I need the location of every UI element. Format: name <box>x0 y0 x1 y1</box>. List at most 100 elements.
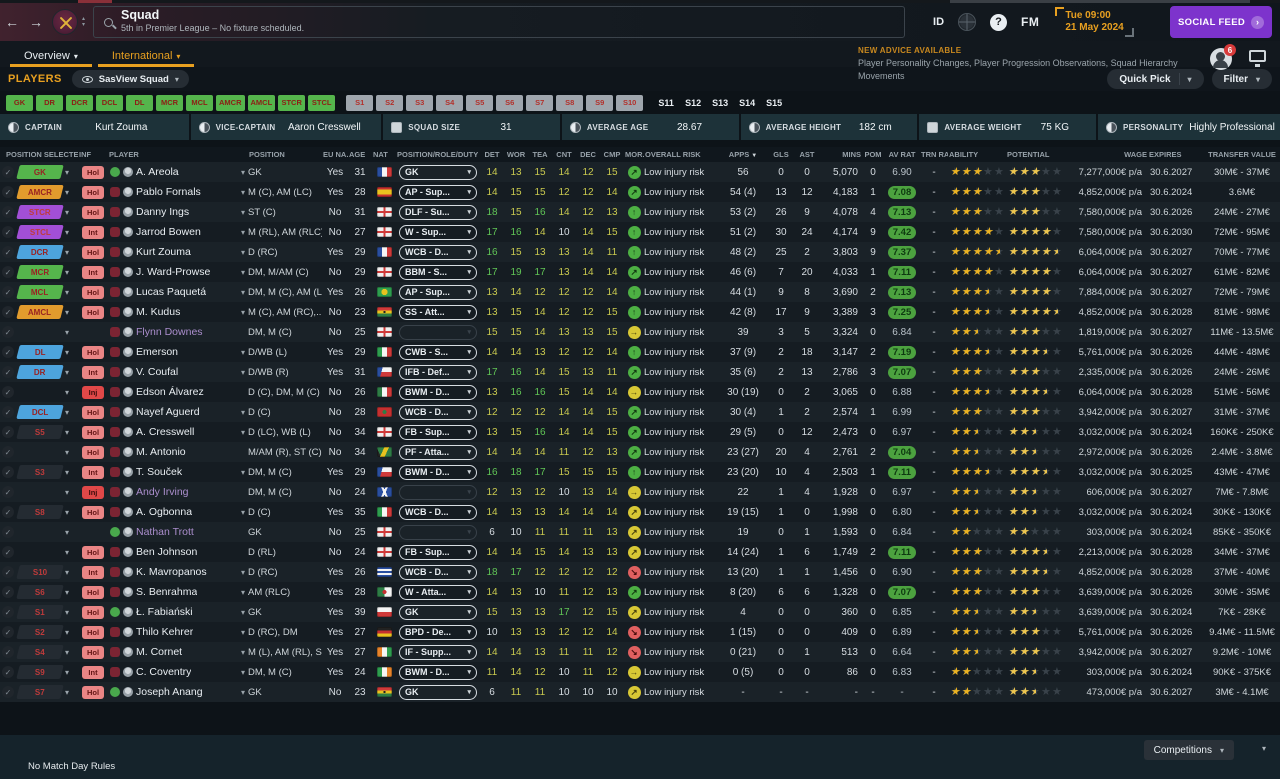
info-badge-int[interactable]: Int <box>82 225 104 239</box>
info-badge-hol[interactable]: Hol <box>82 405 104 419</box>
table-row[interactable]: ✓ DL ▾ Hol Emerson ▾ D/WB (L) Yes 29 CWB … <box>0 342 1280 362</box>
player-name[interactable]: Danny Ings <box>136 206 189 218</box>
role-duty-dropdown[interactable]: WCB - D... ▾ <box>399 244 477 260</box>
player-cell[interactable]: A. Areola ▾ <box>108 166 248 178</box>
player-cell[interactable]: Jarrod Bowen ▾ <box>108 226 248 238</box>
column-header[interactable]: PLAYER <box>108 150 248 159</box>
info-badge-hol[interactable]: Hol <box>82 545 104 559</box>
player-name[interactable]: M. Antonio <box>136 446 186 458</box>
role-duty-dropdown[interactable]: PF - Atta... ▾ <box>399 444 477 460</box>
filter-button[interactable]: Filter ▾ <box>1211 69 1272 89</box>
row-select-icon[interactable]: ✓ <box>0 666 16 678</box>
table-row[interactable]: ✓ DCR ▾ Hol Kurt Zouma ▾ D (RC) Yes 29 WC… <box>0 242 1280 262</box>
role-duty-dropdown[interactable]: WCB - D... ▾ <box>399 404 477 420</box>
role-duty-dropdown[interactable]: BWM - D... ▾ <box>399 384 477 400</box>
player-name[interactable]: Ł. Fabiański <box>136 606 193 618</box>
filter-chip-stcr[interactable]: STCR <box>278 94 306 111</box>
player-name[interactable]: T. Souček <box>136 466 182 478</box>
filter-chip-s14[interactable]: S14 <box>735 95 759 111</box>
table-row[interactable]: ✓ ▾ Inj Edson Álvarez D (C), DM, M (C) N… <box>0 382 1280 402</box>
table-row[interactable]: ✓ MCL ▾ Hol Lucas Paquetá ▾ DM, M (C), AM… <box>0 282 1280 302</box>
player-cell[interactable]: Joseph Anang ▾ <box>108 686 248 698</box>
column-header[interactable]: POSITION/ROLE/DUTY <box>396 150 480 159</box>
position-selected-cell[interactable]: S8 ▾ <box>16 505 78 519</box>
filter-chip-stcl[interactable]: STCL <box>308 94 336 111</box>
table-row[interactable]: ✓ S10 ▾ Int K. Mavropanos ▾ D (RC) Yes 26… <box>0 562 1280 582</box>
competitions-dropdown[interactable]: Competitions ▾ <box>1143 740 1234 760</box>
player-cell[interactable]: V. Coufal ▾ <box>108 366 248 378</box>
column-header[interactable]: OVERALL RISK <box>644 150 718 159</box>
help-icon[interactable]: ? <box>990 13 1008 31</box>
info-badge-hol[interactable]: Hol <box>82 585 104 599</box>
column-header[interactable]: POSITION <box>248 150 322 159</box>
column-header[interactable]: CMP <box>600 150 624 159</box>
info-badge-int[interactable]: Int <box>82 565 104 579</box>
player-name[interactable]: Joseph Anang <box>136 686 203 698</box>
info-badge-hol[interactable]: Hol <box>82 505 104 519</box>
position-selected-cell[interactable]: STCR ▾ <box>16 205 78 219</box>
filter-chip-dcr[interactable]: DCR <box>66 94 93 111</box>
role-duty-dropdown[interactable]: GK ▾ <box>399 604 477 620</box>
info-badge-hol[interactable]: Hol <box>82 445 104 459</box>
player-name[interactable]: Thilo Kehrer <box>136 626 193 638</box>
player-cell[interactable]: Emerson ▾ <box>108 346 248 358</box>
filter-chip-s11[interactable]: S11 <box>654 95 678 111</box>
player-cell[interactable]: C. Coventry ▾ <box>108 666 248 678</box>
player-cell[interactable]: M. Antonio <box>108 446 248 458</box>
row-select-icon[interactable]: ✓ <box>0 446 16 458</box>
table-row[interactable]: ✓ S6 ▾ Hol S. Benrahma ▾ AM (RLC) Yes 28 … <box>0 582 1280 602</box>
role-duty-dropdown[interactable]: W - Atta... ▾ <box>399 584 477 600</box>
row-select-icon[interactable]: ✓ <box>0 626 16 638</box>
panel-expand-chevron[interactable]: ▾ <box>1262 744 1266 753</box>
position-selected-cell[interactable]: DCR ▾ <box>16 245 78 259</box>
info-badge-hol[interactable]: Hol <box>82 645 104 659</box>
role-duty-dropdown[interactable]: GK ▾ <box>399 164 477 180</box>
player-name[interactable]: Andy Irving <box>136 486 189 498</box>
info-badge-hol[interactable]: Hol <box>82 185 104 199</box>
position-selected-cell[interactable]: S6 ▾ <box>16 585 78 599</box>
back-icon[interactable]: ← <box>0 14 24 30</box>
info-badge-hol[interactable]: Hol <box>82 165 104 179</box>
info-badge-hol[interactable]: Hol <box>82 425 104 439</box>
filter-chip-mcr[interactable]: MCR <box>156 94 183 111</box>
position-selected-cell[interactable]: ▾ <box>16 488 78 497</box>
column-header[interactable]: AST <box>794 150 820 159</box>
column-header[interactable]: EXPIRES <box>1148 150 1204 159</box>
table-row[interactable]: ✓ S9 ▾ Int C. Coventry ▾ DM, M (C) Yes 24… <box>0 662 1280 682</box>
player-name[interactable]: Edson Álvarez <box>136 386 204 398</box>
filter-chip-s5[interactable]: S5 <box>466 94 494 111</box>
player-cell[interactable]: Ł. Fabiański ▾ <box>108 606 248 618</box>
filter-chip-s1[interactable]: S1 <box>346 94 374 111</box>
column-header[interactable]: INF <box>78 150 108 159</box>
role-duty-dropdown[interactable]: IFB - Def... ▾ <box>399 364 477 380</box>
row-select-icon[interactable]: ✓ <box>0 386 16 398</box>
table-row[interactable]: ✓ ▾ Inj Andy Irving DM, M (C) No 24 ▾ 12… <box>0 482 1280 502</box>
info-badge-int[interactable]: Int <box>82 665 104 679</box>
row-select-icon[interactable]: ✓ <box>0 506 16 518</box>
position-selected-cell[interactable]: DL ▾ <box>16 345 78 359</box>
info-badge-int[interactable]: Int <box>82 365 104 379</box>
player-cell[interactable]: Thilo Kehrer ▾ <box>108 626 248 638</box>
player-name[interactable]: K. Mavropanos <box>136 566 207 578</box>
filter-chip-s15[interactable]: S15 <box>762 95 786 111</box>
info-badge-hol[interactable]: Hol <box>82 245 104 259</box>
player-name[interactable]: Nathan Trott <box>136 526 194 538</box>
player-cell[interactable]: J. Ward-Prowse ▾ <box>108 266 248 278</box>
table-row[interactable]: ✓ S8 ▾ Hol A. Ogbonna ▾ D (C) Yes 35 WCB … <box>0 502 1280 522</box>
info-badge-int[interactable]: Int <box>82 465 104 479</box>
table-row[interactable]: ✓ DR ▾ Int V. Coufal ▾ D/WB (R) Yes 31 IF… <box>0 362 1280 382</box>
position-selected-cell[interactable]: DCL ▾ <box>16 405 78 419</box>
column-header[interactable]: POM <box>862 150 884 159</box>
table-row[interactable]: ✓ ▾ Hol M. Antonio M/AM (R), ST (C) No 3… <box>0 442 1280 462</box>
filter-chip-dr[interactable]: DR <box>36 94 63 111</box>
table-row[interactable]: ✓ S1 ▾ Hol Ł. Fabiański ▾ GK Yes 39 GK ▾ 1… <box>0 602 1280 622</box>
forward-icon[interactable]: → <box>24 14 48 30</box>
table-row[interactable]: ✓ S3 ▾ Int T. Souček ▾ DM, M (C) Yes 29 B… <box>0 462 1280 482</box>
table-row[interactable]: ✓ ▾ Hol Ben Johnson D (RL) No 24 FB - Su… <box>0 542 1280 562</box>
position-selected-cell[interactable]: S1 ▾ <box>16 605 78 619</box>
row-select-icon[interactable]: ✓ <box>0 366 16 378</box>
row-select-icon[interactable]: ✓ <box>0 206 16 218</box>
player-cell[interactable]: M. Kudus ▾ <box>108 306 248 318</box>
tab-international[interactable]: International ▾ <box>97 50 195 67</box>
row-select-icon[interactable]: ✓ <box>0 546 16 558</box>
